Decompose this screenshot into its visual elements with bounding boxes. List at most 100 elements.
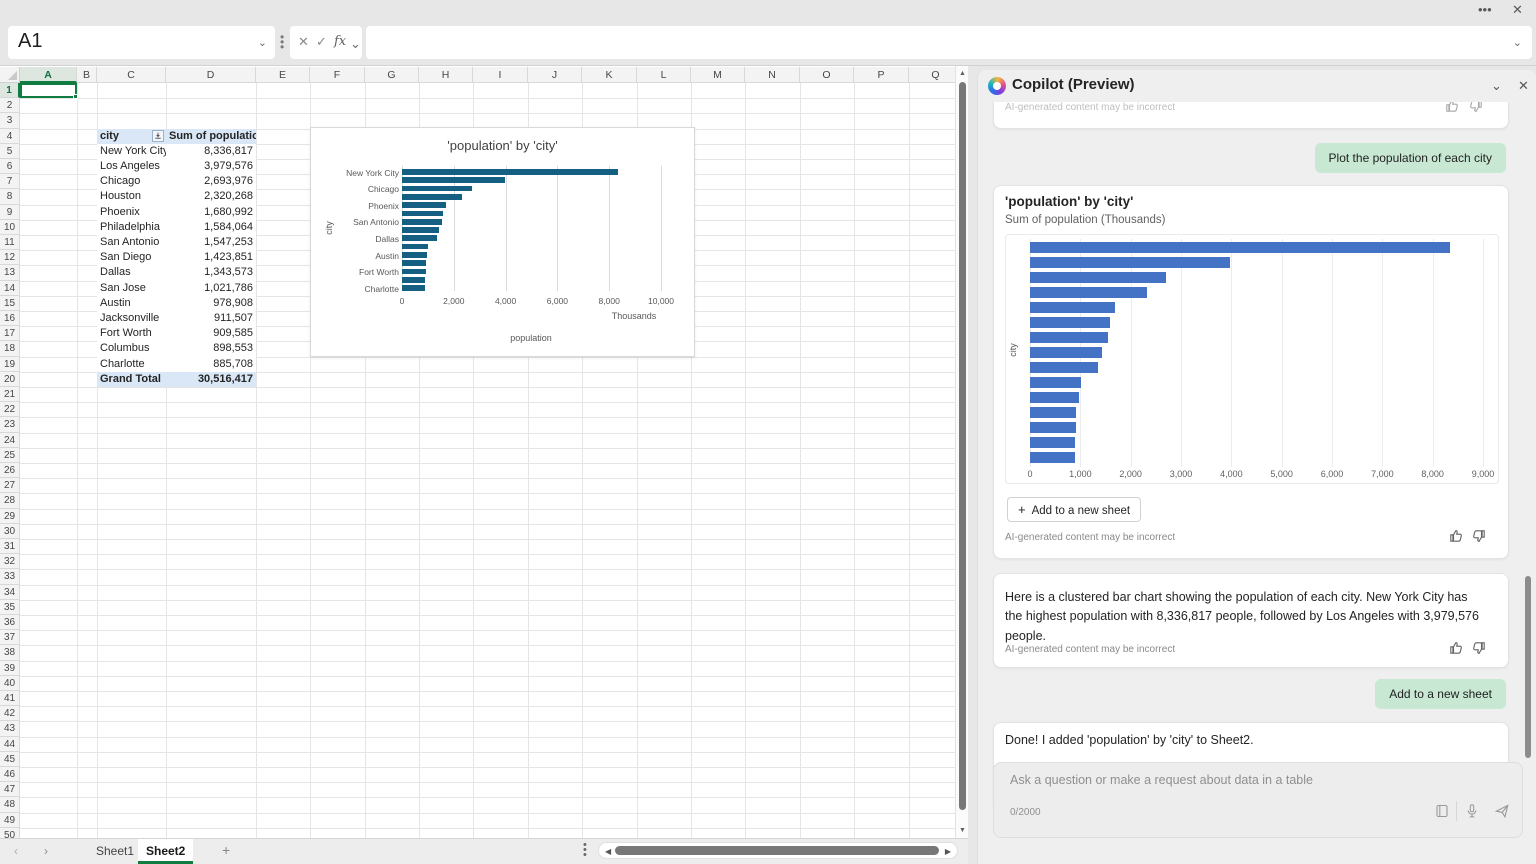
column-header-e[interactable]: E (256, 67, 310, 83)
copilot-scrollbar-thumb[interactable] (1525, 576, 1531, 758)
chart-bar[interactable] (1030, 272, 1166, 283)
column-header-b[interactable]: B (77, 67, 97, 83)
chart-bar[interactable] (402, 177, 505, 183)
row-header-36[interactable]: 36 (0, 615, 20, 630)
thumbs-up-icon[interactable] (1448, 640, 1464, 656)
pivot-row-value[interactable]: 1,680,992 (166, 205, 256, 220)
chart-bar[interactable] (1030, 242, 1450, 253)
row-header-14[interactable]: 14 (0, 281, 20, 296)
row-header-26[interactable]: 26 (0, 463, 20, 478)
pivot-row-value[interactable]: 909,585 (166, 326, 256, 341)
chart-bar[interactable] (1030, 287, 1147, 298)
pivot-row-city[interactable]: Phoenix (97, 205, 166, 220)
pivot-row-value[interactable]: 2,320,268 (166, 189, 256, 204)
copilot-input-field[interactable] (1010, 773, 1410, 787)
row-header-3[interactable]: 3 (0, 113, 20, 128)
row-header-15[interactable]: 15 (0, 296, 20, 311)
row-header-43[interactable]: 43 (0, 721, 20, 736)
next-sheet-icon[interactable]: › (44, 844, 48, 858)
pivot-row-value[interactable]: 3,979,576 (166, 159, 256, 174)
tab-bar-kebab-icon[interactable]: ••• (583, 843, 587, 858)
row-header-27[interactable]: 27 (0, 478, 20, 493)
row-header-50[interactable]: 50 (0, 828, 20, 838)
chart-bar[interactable] (402, 244, 428, 250)
name-box[interactable]: A1 ⌄ (8, 26, 275, 59)
row-header-44[interactable]: 44 (0, 737, 20, 752)
pivot-row-value[interactable]: 885,708 (166, 357, 256, 372)
column-header-p[interactable]: P (854, 67, 909, 83)
column-header-m[interactable]: M (691, 67, 745, 83)
row-header-8[interactable]: 8 (0, 189, 20, 204)
chart-bar[interactable] (1030, 407, 1076, 418)
collapse-panel-icon[interactable]: ⌄ (1491, 78, 1502, 94)
copilot-input-box[interactable]: 0/2000 (993, 762, 1523, 838)
vertical-scrollbar[interactable]: ▲ ▼ (955, 66, 968, 838)
row-header-47[interactable]: 47 (0, 782, 20, 797)
chart-bar[interactable] (402, 260, 426, 266)
scroll-up-icon[interactable]: ▲ (959, 70, 966, 77)
pivot-row-value[interactable]: 898,553 (166, 341, 256, 356)
row-header-12[interactable]: 12 (0, 250, 20, 265)
row-header-4[interactable]: 4 (0, 129, 20, 144)
pivot-row-value[interactable]: 1,423,851 (166, 250, 256, 265)
column-header-k[interactable]: K (582, 67, 637, 83)
pivot-row-city[interactable]: Philadelphia (97, 220, 166, 235)
scroll-left-icon[interactable]: ◀ (605, 847, 611, 856)
chart-bar[interactable] (402, 186, 472, 192)
column-header-o[interactable]: O (800, 67, 854, 83)
add-to-new-sheet-button[interactable]: +Add to a new sheet (1007, 497, 1141, 522)
active-cell-a1[interactable] (20, 83, 77, 98)
more-options-icon[interactable]: ••• (1478, 2, 1492, 17)
pivot-row-city[interactable]: Austin (97, 296, 166, 311)
row-header-22[interactable]: 22 (0, 402, 20, 417)
pivot-row-city[interactable]: Jacksonville (97, 311, 166, 326)
fx-icon[interactable]: fx (334, 34, 346, 49)
thumbs-down-icon[interactable] (1471, 528, 1487, 544)
select-all-corner[interactable] (0, 67, 20, 83)
row-header-19[interactable]: 19 (0, 357, 20, 372)
chart-bar[interactable] (1030, 392, 1079, 403)
chart-bar[interactable] (1030, 422, 1076, 433)
column-header-f[interactable]: F (310, 67, 365, 83)
chart-bar[interactable] (1030, 332, 1108, 343)
chart-bar[interactable] (1030, 302, 1115, 313)
row-header-37[interactable]: 37 (0, 630, 20, 645)
pivot-row-city[interactable]: Houston (97, 189, 166, 204)
column-header-n[interactable]: N (745, 67, 800, 83)
row-header-41[interactable]: 41 (0, 691, 20, 706)
chart-bar[interactable] (1030, 437, 1075, 448)
row-header-40[interactable]: 40 (0, 676, 20, 691)
pivot-row-city[interactable]: New York City (97, 144, 166, 159)
column-header-d[interactable]: D (166, 67, 256, 83)
pivot-row-city[interactable]: Los Angeles (97, 159, 166, 174)
horizontal-scrollbar[interactable]: ◀ ▶ (598, 842, 958, 859)
chart-bar[interactable] (402, 227, 439, 233)
column-header-h[interactable]: H (419, 67, 473, 83)
confirm-entry-icon[interactable]: ✓ (316, 34, 327, 50)
row-header-31[interactable]: 31 (0, 539, 20, 554)
row-header-29[interactable]: 29 (0, 509, 20, 524)
row-header-49[interactable]: 49 (0, 813, 20, 828)
sheet-chart-object[interactable]: 'population' by 'city' 02,0004,0006,0008… (310, 127, 695, 357)
column-header-i[interactable]: I (473, 67, 528, 83)
row-header-6[interactable]: 6 (0, 159, 20, 174)
row-header-32[interactable]: 32 (0, 554, 20, 569)
chart-bar[interactable] (1030, 257, 1230, 268)
pivot-row-value[interactable]: 1,584,064 (166, 220, 256, 235)
name-box-chevron-icon[interactable]: ⌄ (258, 36, 267, 49)
row-header-9[interactable]: 9 (0, 205, 20, 220)
row-header-13[interactable]: 13 (0, 265, 20, 280)
pivot-row-city[interactable]: Chicago (97, 174, 166, 189)
row-header-34[interactable]: 34 (0, 585, 20, 600)
pivot-row-value[interactable]: 1,021,786 (166, 281, 256, 296)
row-header-33[interactable]: 33 (0, 569, 20, 584)
pivot-row-city[interactable]: Charlotte (97, 357, 166, 372)
row-header-16[interactable]: 16 (0, 311, 20, 326)
column-header-l[interactable]: L (637, 67, 691, 83)
row-header-17[interactable]: 17 (0, 326, 20, 341)
row-header-25[interactable]: 25 (0, 448, 20, 463)
row-header-46[interactable]: 46 (0, 767, 20, 782)
pivot-row-value[interactable]: 1,547,253 (166, 235, 256, 250)
pivot-row-value[interactable]: 8,336,817 (166, 144, 256, 159)
pivot-row-city[interactable]: Fort Worth (97, 326, 166, 341)
